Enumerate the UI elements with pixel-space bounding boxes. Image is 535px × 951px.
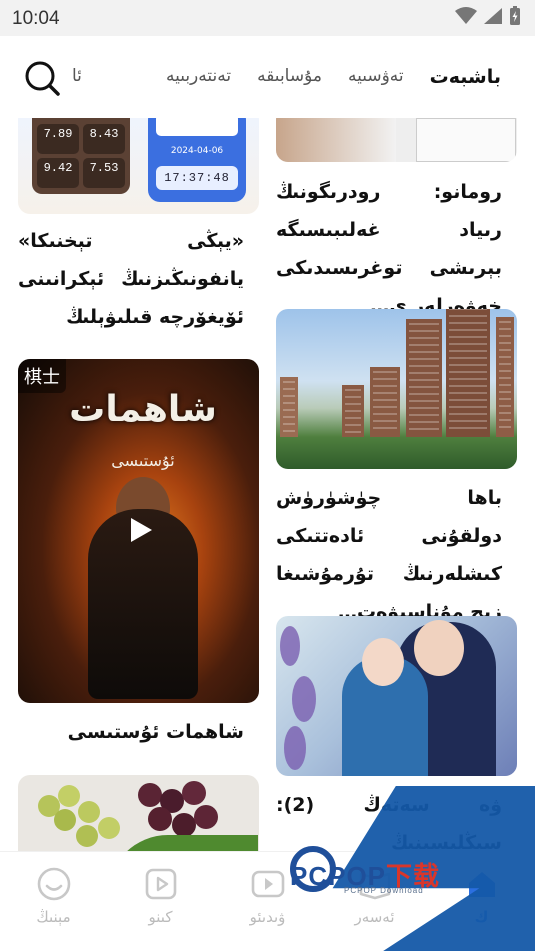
article-thumbnail-buildings[interactable] [276,309,517,469]
article-title[interactable]: «يېڭى تېخنىكا» يانفونىڭىزنىڭ ئېكرانىنى ئ… [18,222,244,336]
status-time: 10:04 [12,8,60,29]
smiley-icon [37,867,70,901]
article-thumbnail-grapes[interactable] [18,775,259,851]
nav-mine[interactable]: مېنىڭ [0,866,107,926]
tab-sports[interactable]: تەنتەربىيە [166,66,231,88]
widget-clock: 17:37:48 [156,166,238,190]
video-icon [251,870,284,898]
nav-label: ۋىدىئو [249,908,286,926]
thumbnail-phone-screenshot [416,118,516,162]
poster-title: شاھمات [69,389,217,430]
battery-icon [510,6,520,25]
wifi-icon [455,7,477,24]
film-icon [145,868,176,900]
category-tabs: باشبەت تەۋسىيە مۇسابىقە تەنتەربىيە [166,66,501,88]
nav-movies[interactable]: كىنو [107,866,214,926]
thumbnail-woman-head [362,638,404,686]
widget-date: 2024-04-06 [170,146,224,156]
article-thumbnail-couple[interactable] [276,616,517,776]
video-title[interactable]: شاھمات ئۇستىسى [18,713,244,751]
system-icons [455,6,521,26]
thumbnail-person [276,118,396,162]
widget-cell: 9.42 [37,158,79,188]
nav-home[interactable]: ك [428,866,535,926]
article-title[interactable]: باھا چۈشۈرۈش دولقۇنى ئادەتتىكى كىشلەرنىڭ… [276,479,502,631]
poster-subtitle: ئۇستىسى [111,451,175,470]
bottom-navigation: مېنىڭ كىنو ۋىدىئو ئەسەر ك [0,851,535,951]
tab-clipped[interactable]: ئا [72,66,82,86]
signal-icon [484,8,502,24]
book-icon [359,872,390,900]
top-navigation: ئا باشبەت تەۋسىيە مۇسابىقە تەنتەربىيە [0,36,535,118]
clock-widget: 2024-04-06 17:37:48 [148,118,246,202]
nav-video[interactable]: ۋىدىئو [214,866,321,926]
play-icon[interactable] [125,515,155,545]
widget-cell: 7.53 [83,158,125,188]
tab-competition[interactable]: مۇسابىقە [257,66,322,88]
video-thumbnail[interactable]: شاھمات ئۇستىسى 棋士 [18,359,259,703]
status-bar: 10:04 [0,0,535,36]
widget-cell: 7.89 [37,124,79,154]
nav-label: كىنو [148,908,173,926]
tab-home[interactable]: باشبەت [430,66,501,88]
nav-label: مېنىڭ [36,908,71,926]
nav-works[interactable]: ئەسەر [321,866,428,926]
widget-cell: 8.43 [83,124,125,154]
tab-recommend[interactable]: تەۋسىيە [348,66,404,88]
article-title[interactable]: ۋە سەتەڭ (2): سىڭلىسىنىڭ [276,786,502,851]
content-feed[interactable]: 7.89 8.43 9.42 7.53 2024-04-06 17:37:48 … [0,118,535,851]
thumbnail-man-head [414,620,464,676]
source-badge: 棋士 [18,359,66,393]
fuel-price-widget: 7.89 8.43 9.42 7.53 [32,118,130,194]
search-icon[interactable] [22,58,62,98]
article-thumbnail-widgets[interactable]: 7.89 8.43 9.42 7.53 2024-04-06 17:37:48 [18,118,259,214]
nav-label: ك [474,908,489,926]
home-icon [468,872,495,897]
nav-label: ئەسەر [354,908,395,926]
article-title[interactable]: رومانو: رودرىگونىڭ رىياد غەلىبىسىگە بېرى… [276,173,502,325]
article-thumbnail-player[interactable] [276,118,517,162]
